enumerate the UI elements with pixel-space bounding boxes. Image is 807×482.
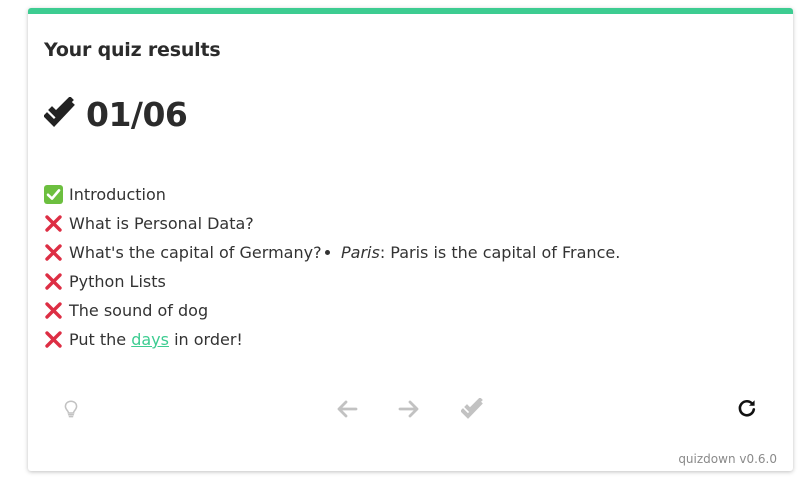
double-check-icon: [44, 97, 75, 127]
results-list: Introduction What is Personal Data? What…: [44, 180, 322, 354]
restart-icon: [738, 399, 756, 417]
check-mark-icon: [44, 185, 63, 204]
arrow-right-icon: [398, 400, 419, 418]
version-label: quizdown v0.6.0: [678, 452, 777, 466]
lightbulb-icon: [64, 400, 78, 418]
restart-button[interactable]: [734, 395, 760, 421]
cross-mark-icon: [45, 331, 62, 348]
bullet: [325, 250, 330, 255]
arrow-left-icon: [337, 400, 358, 418]
next-button[interactable]: [396, 396, 422, 422]
cross-mark-icon: [45, 215, 62, 232]
answer-feedback: Paris: Paris is the capital of France.: [325, 238, 620, 267]
feedback-explanation: Paris is the capital of France.: [390, 243, 621, 262]
question-title-suffix: in order!: [168, 330, 243, 349]
feedback-answer: Paris: [341, 243, 380, 262]
cross-mark-icon: [45, 273, 62, 290]
days-link[interactable]: days: [131, 330, 169, 349]
question-title: The sound of dog: [69, 301, 209, 320]
check-answer-button[interactable]: [459, 395, 487, 423]
list-item: Python Lists: [44, 267, 322, 296]
previous-button[interactable]: [334, 396, 360, 422]
list-item: What is Personal Data?: [44, 209, 322, 238]
double-check-icon: [461, 398, 483, 419]
question-title: Python Lists: [69, 272, 166, 291]
question-title: What's the capital of Germany?: [69, 243, 322, 262]
quiz-card: Your quiz results 01/06 Introduction Wha…: [28, 8, 793, 471]
question-title-prefix: Put the: [69, 330, 132, 349]
cross-mark-icon: [45, 244, 62, 261]
accent-bar: [28, 8, 793, 14]
cross-mark-icon: [45, 302, 62, 319]
list-item: The sound of dog: [44, 296, 322, 325]
question-title: What is Personal Data?: [69, 214, 254, 233]
hint-button[interactable]: [58, 396, 84, 422]
score-row: 01/06: [44, 94, 188, 134]
question-title: Introduction: [69, 185, 166, 204]
list-item: Put the days in order!: [44, 325, 322, 354]
list-item: What's the capital of Germany?: [44, 238, 322, 267]
list-item: Introduction: [44, 180, 322, 209]
score-value: 01/06: [86, 94, 188, 134]
results-heading: Your quiz results: [44, 39, 221, 61]
feedback-separator: :: [379, 243, 391, 262]
